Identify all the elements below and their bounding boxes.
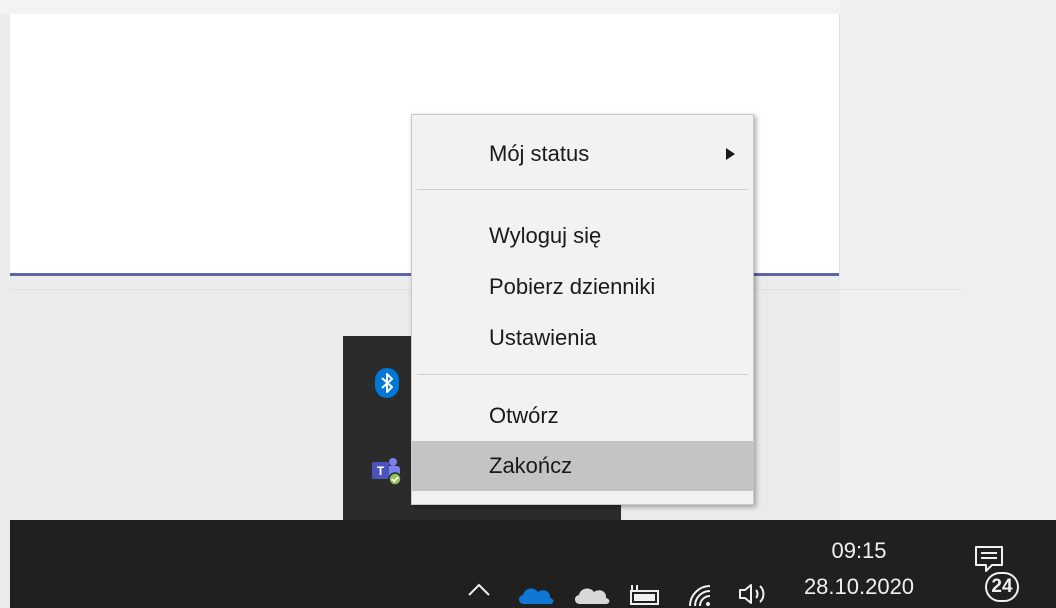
menu-item-get-logs[interactable]: Pobierz dzienniki	[412, 269, 753, 305]
menu-item-open[interactable]: Otwórz	[412, 398, 753, 434]
menu-item-label: Wyloguj się	[489, 223, 602, 248]
menu-item-label: Ustawienia	[489, 325, 597, 350]
tray-context-menu: Mój status Wyloguj się Pobierz dzienniki…	[411, 114, 754, 505]
bluetooth-icon[interactable]	[374, 368, 400, 398]
menu-item-settings[interactable]: Ustawienia	[412, 320, 753, 356]
menu-item-label: Pobierz dzienniki	[489, 274, 656, 299]
taskbar-clock[interactable]: 09:15 28.10.2020	[794, 533, 924, 605]
menu-item-label: Zakończ	[489, 453, 573, 478]
menu-item-quit[interactable]: Zakończ	[412, 441, 753, 491]
menu-item-my-status[interactable]: Mój status	[412, 136, 753, 172]
svg-text:T: T	[377, 464, 385, 478]
onedrive-blue-icon[interactable]	[516, 582, 556, 608]
onedrive-gray-icon[interactable]	[572, 582, 612, 608]
menu-item-label: Mój status	[489, 141, 590, 166]
chevron-up-icon[interactable]	[466, 580, 492, 603]
teams-icon[interactable]: T	[370, 454, 402, 486]
menu-item-sign-out[interactable]: Wyloguj się	[412, 218, 753, 254]
clock-time: 09:15	[831, 538, 887, 563]
menu-item-label: Otwórz	[489, 403, 559, 428]
notification-count-badge[interactable]: 24	[985, 572, 1019, 602]
app-top-strip	[0, 0, 840, 14]
wifi-icon[interactable]	[684, 580, 716, 608]
submenu-arrow-icon	[726, 148, 735, 160]
speaker-icon[interactable]	[736, 580, 770, 608]
menu-separator	[417, 189, 748, 190]
battery-icon[interactable]	[628, 582, 662, 608]
menu-separator	[417, 374, 748, 375]
app-right-gutter	[840, 0, 1056, 520]
clock-date: 28.10.2020	[803, 574, 915, 599]
